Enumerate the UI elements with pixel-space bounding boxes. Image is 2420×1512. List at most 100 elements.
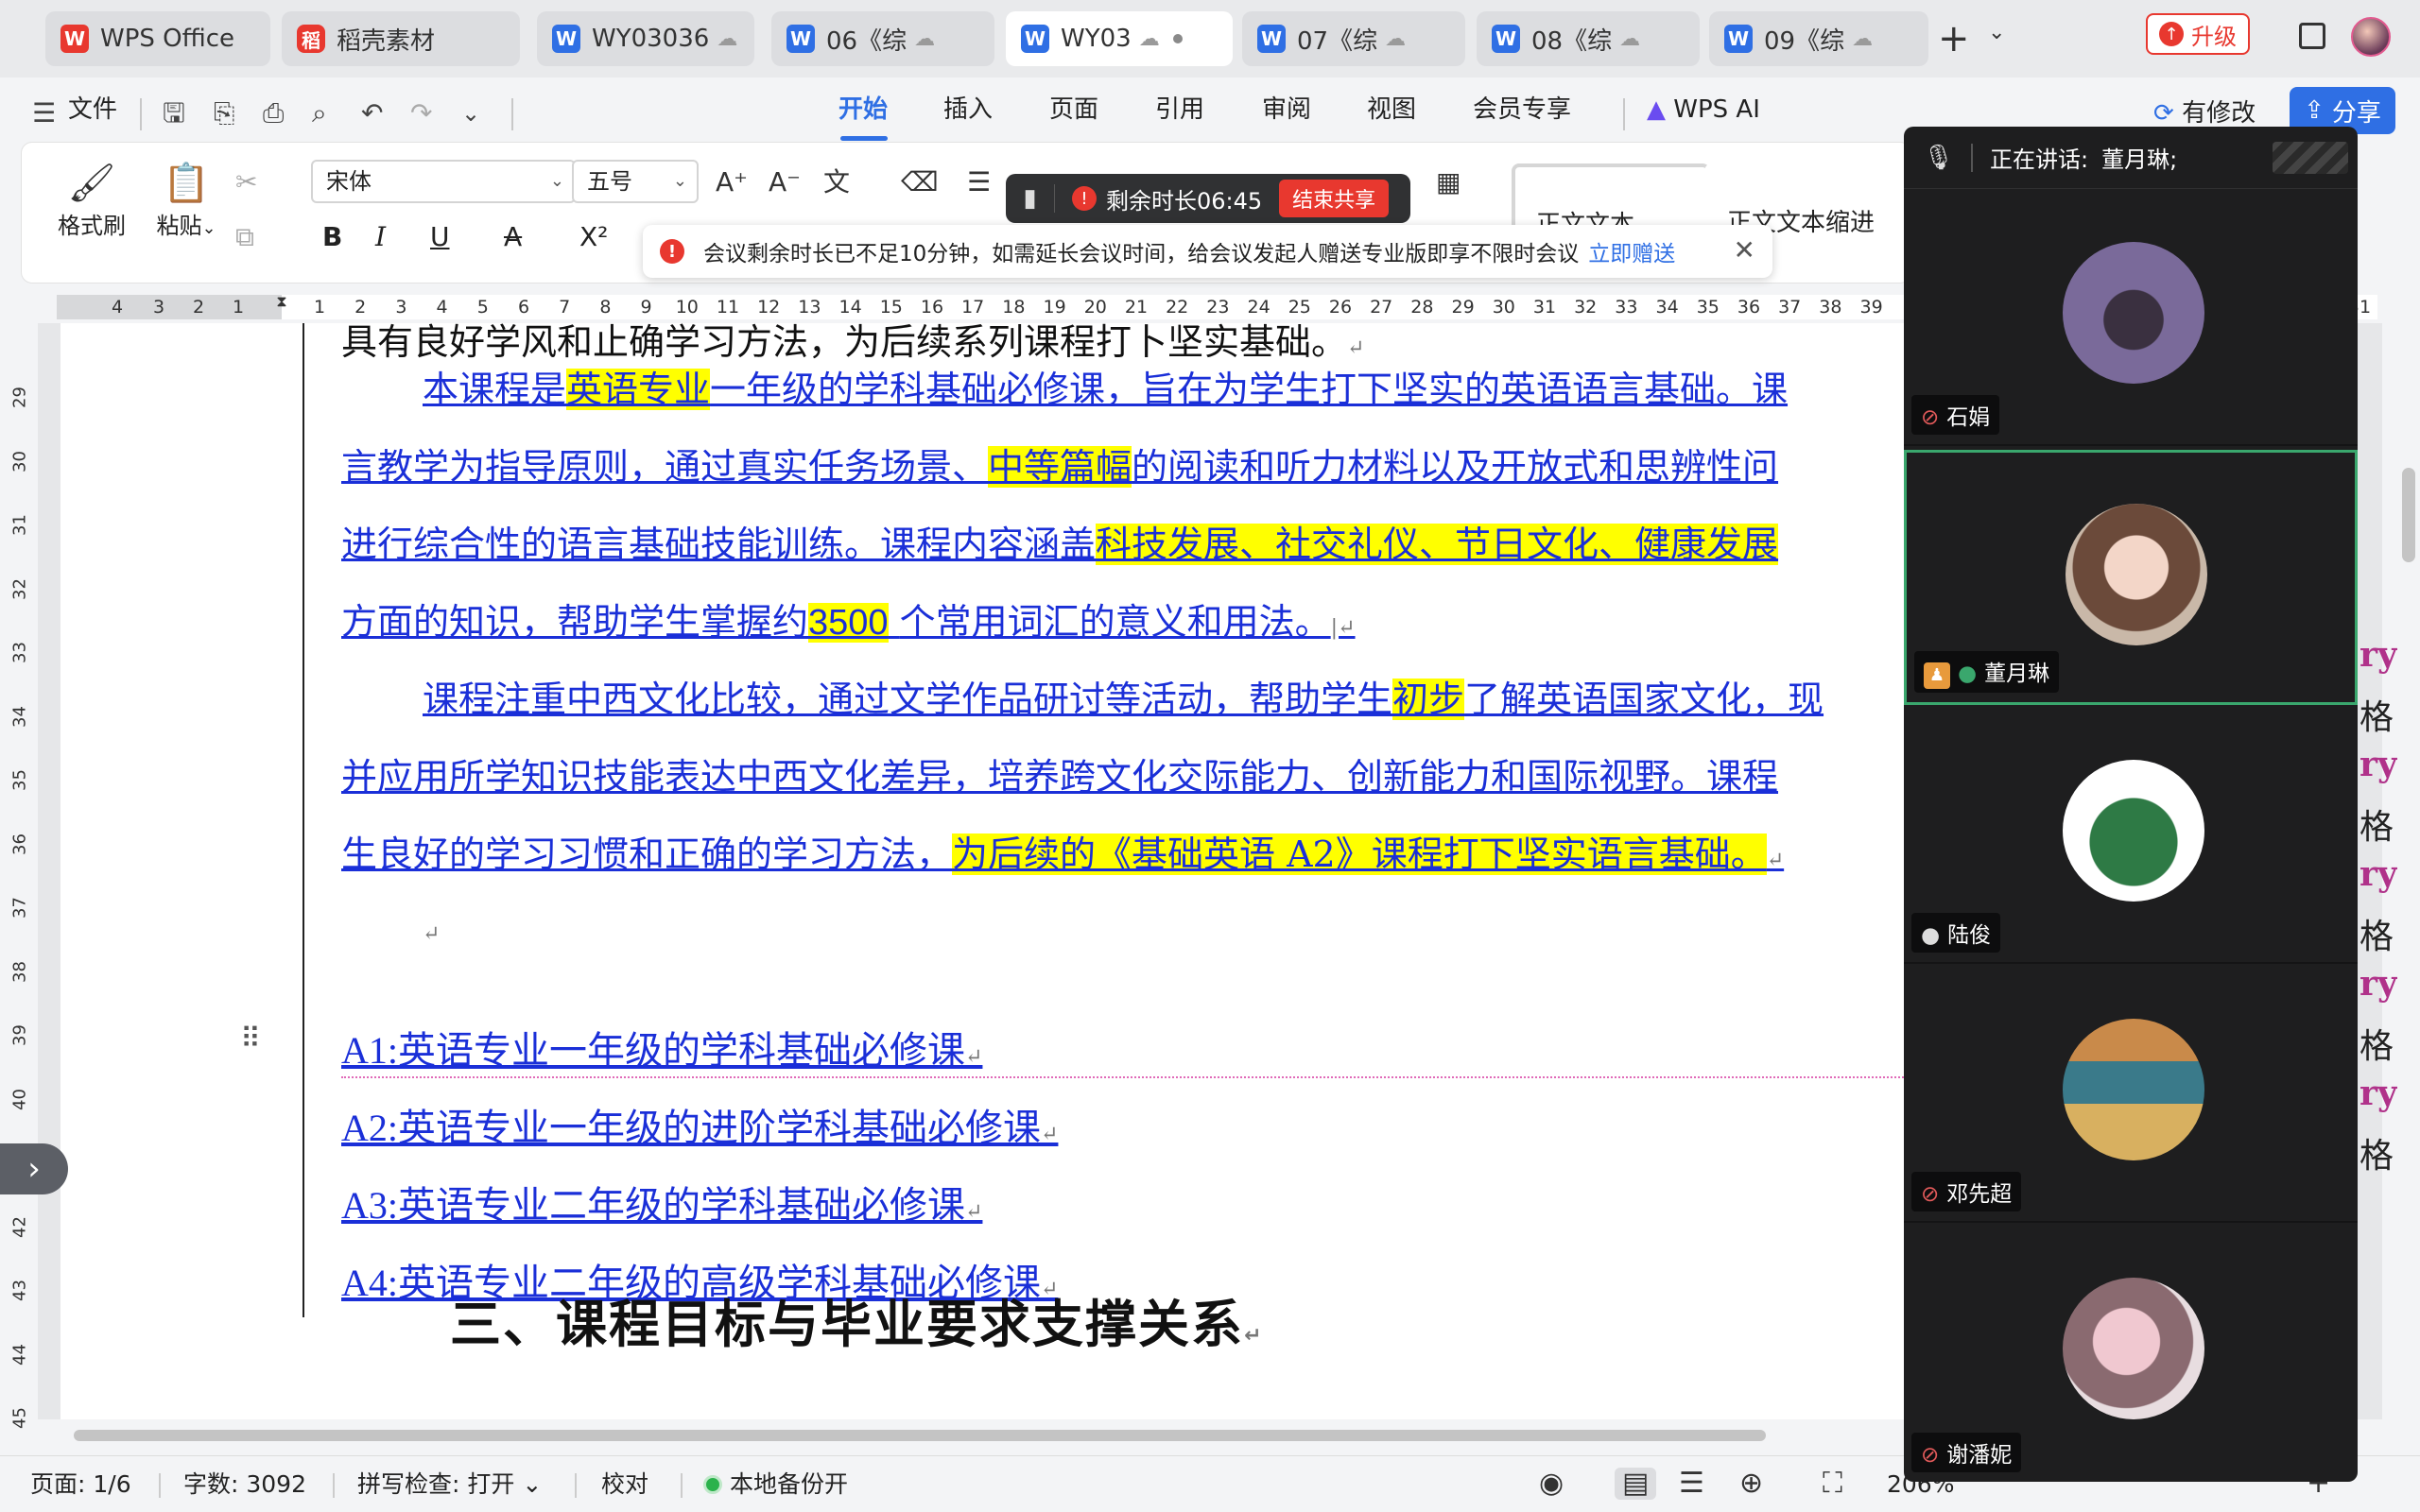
format-painter-button[interactable]: 🖌 格式刷 xyxy=(54,160,130,240)
ruler-number: 27 xyxy=(1370,297,1393,318)
tab-view[interactable]: 视图 xyxy=(1367,89,1416,130)
ruler-number: 4 xyxy=(436,297,448,318)
export-pdf-icon[interactable]: ⎘ xyxy=(214,98,234,129)
word-count[interactable]: 字数: 3092 xyxy=(183,1469,306,1500)
tab-doc-07[interactable]: W 07《综 ☁ xyxy=(1242,11,1465,66)
arrow-up-icon: ↑ xyxy=(2159,22,2184,46)
proofread-button[interactable]: 校对 xyxy=(601,1469,648,1500)
ruler-number: 38 xyxy=(1819,297,1842,318)
table-insert-icon[interactable]: ▦ xyxy=(1436,163,1461,201)
web-view-icon[interactable]: ⊕ xyxy=(1739,1468,1763,1500)
ruler-number: 8 xyxy=(599,297,612,318)
tab-insert[interactable]: 插入 xyxy=(943,89,993,130)
phonetic-guide-icon[interactable]: 文 xyxy=(823,163,850,201)
tab-doc-06[interactable]: W 06《综 ☁ xyxy=(771,11,994,66)
tab-docer[interactable]: 稻 稻壳素材 xyxy=(282,11,520,66)
tab-label: 06《综 xyxy=(826,26,908,56)
text-span: 方面的知识，帮助学生掌握约 xyxy=(341,601,809,643)
new-tab-plus-icon[interactable]: + xyxy=(1938,13,1970,64)
scrollbar-thumb[interactable] xyxy=(2402,468,2415,562)
paste-button[interactable]: 📋 粘贴⌄ xyxy=(148,160,224,240)
participant-tile[interactable]: ⊘ 邓先超 xyxy=(1904,968,2358,1223)
menu-file[interactable]: 文件 xyxy=(68,89,117,130)
save-icon[interactable]: 🖫 xyxy=(163,98,185,129)
ruler-number: 1 xyxy=(232,297,245,318)
page-view-icon[interactable]: ▤ xyxy=(1615,1468,1657,1500)
bullet-list-icon[interactable]: ☰ xyxy=(967,163,991,201)
scrollbar-thumb[interactable] xyxy=(74,1430,1766,1441)
end-share-button[interactable]: 结束共享 xyxy=(1279,180,1390,217)
underline-icon[interactable]: U xyxy=(430,218,450,256)
user-avatar[interactable] xyxy=(2351,17,2391,57)
hamburger-menu-icon[interactable]: ☰ xyxy=(32,98,56,129)
tab-member[interactable]: 会员专享 xyxy=(1473,89,1571,130)
ruler-number: 7 xyxy=(559,297,571,318)
tab-doc-wy03-active[interactable]: W WY03 ☁ xyxy=(1006,11,1233,66)
tab-doc-09[interactable]: W 09《综 ☁ xyxy=(1709,11,1928,66)
ruler-number: 6 xyxy=(517,297,530,318)
font-name-value: 宋体 xyxy=(326,168,372,195)
strikethrough-icon[interactable]: A xyxy=(504,218,522,256)
tab-label: 09《综 xyxy=(1764,26,1845,56)
participant-tile[interactable]: ● 陆俊 xyxy=(1904,709,2358,964)
participant-tile[interactable]: ⊘ 谢潘妮 xyxy=(1904,1227,2358,1482)
superscript-icon[interactable]: X² xyxy=(579,218,608,256)
wps-ai-button[interactable]: ▲ WPS AI xyxy=(1647,89,1760,130)
upgrade-button[interactable]: ↑ 升级 xyxy=(2146,13,2250,55)
ruler-number: 16 xyxy=(920,297,944,318)
spell-check-toggle[interactable]: 拼写检查: 打开 ⌄ xyxy=(357,1469,542,1500)
peek-text: ry xyxy=(2360,745,2397,784)
tab-list-chevron-icon[interactable]: ⌄ xyxy=(1988,21,2005,44)
local-backup-status[interactable]: 本地备份开 xyxy=(703,1469,848,1500)
eye-protection-icon[interactable]: ◉ xyxy=(1539,1468,1564,1500)
print-icon[interactable]: ⎙ xyxy=(263,98,284,129)
outline-view-icon[interactable]: ☰ xyxy=(1679,1468,1704,1500)
spell-check-label: 拼写检查: 打开 xyxy=(357,1470,515,1498)
ref-line-a3: A3:英语专业二年级的学科基础必修课↵ xyxy=(341,1184,983,1227)
tab-wps-office[interactable]: W WPS Office xyxy=(45,11,270,66)
expand-sidebar-chevron-icon[interactable]: › xyxy=(0,1143,68,1194)
redo-icon[interactable]: ↷ xyxy=(410,98,432,129)
quick-access-chevron-icon[interactable]: ⌄ xyxy=(461,98,480,129)
copy-icon[interactable]: ⧉ xyxy=(235,218,254,256)
word-doc-icon: W xyxy=(1257,25,1286,53)
tab-doc-wy03036[interactable]: W WY03036 ☁ xyxy=(537,11,754,66)
tab-page[interactable]: 页面 xyxy=(1049,89,1098,130)
text-line: 生良好的学习习惯和正确的学习方法，为后续的《基础英语 A2》课程打下坚实语言基础… xyxy=(341,833,1785,875)
gift-now-link[interactable]: 立即赠送 xyxy=(1588,235,1675,267)
ruler-number: 21 xyxy=(1124,297,1149,318)
undo-icon[interactable]: ↶ xyxy=(361,98,383,129)
font-name-select[interactable]: 宋体 ⌄ xyxy=(311,160,576,203)
close-icon[interactable]: ✕ xyxy=(1734,234,1755,266)
page-indicator[interactable]: 页面: 1/6 xyxy=(30,1469,131,1500)
block-drag-handle-icon[interactable]: ⠿ xyxy=(240,1022,261,1056)
tab-review[interactable]: 审阅 xyxy=(1262,89,1311,130)
highlighted-text: 中等篇幅 xyxy=(988,446,1132,488)
clear-format-icon[interactable]: ⌫ xyxy=(901,163,939,201)
divider xyxy=(681,1473,683,1498)
bold-icon[interactable]: B xyxy=(322,218,342,256)
word-doc-icon: W xyxy=(1021,25,1049,53)
shrink-font-icon[interactable]: A⁻ xyxy=(769,163,801,201)
participant-tile[interactable]: ⊘ 石娟 xyxy=(1904,191,2358,446)
print-preview-icon[interactable]: ⌕ xyxy=(312,98,327,129)
tab-references[interactable]: 引用 xyxy=(1155,89,1204,130)
cut-icon[interactable]: ✂ xyxy=(235,163,257,201)
vertical-scrollbar[interactable] xyxy=(2397,293,2420,1427)
font-size-select[interactable]: 五号 ⌄ xyxy=(572,160,699,203)
tab-home[interactable]: 开始 xyxy=(838,89,888,130)
indent-marker-icon[interactable]: ⧗ xyxy=(263,289,301,314)
fit-page-icon[interactable]: ⛶ xyxy=(1823,1468,1842,1500)
window-restore-icon[interactable] xyxy=(2299,23,2325,49)
tab-doc-08[interactable]: W 08《综 ☁ xyxy=(1477,11,1700,66)
format-painter-label: 格式刷 xyxy=(58,213,126,239)
mic-muted-icon[interactable]: 🎙 xyxy=(1923,144,1954,172)
text-span: 具有良好学风和止确学习方法，为后续系列课程打卜坚实基础。 xyxy=(341,323,1348,363)
ruler-number: 4 xyxy=(111,297,124,318)
grow-font-icon[interactable]: A⁺ xyxy=(716,163,748,201)
cloud-icon: ☁ xyxy=(717,26,738,51)
participant-name: 谢潘妮 xyxy=(1946,1443,2013,1468)
participant-tile-active-speaker[interactable]: ♟ ● 董月琳 xyxy=(1904,450,2358,705)
word-doc-icon: W xyxy=(552,25,580,53)
italic-icon[interactable]: I xyxy=(375,218,386,256)
